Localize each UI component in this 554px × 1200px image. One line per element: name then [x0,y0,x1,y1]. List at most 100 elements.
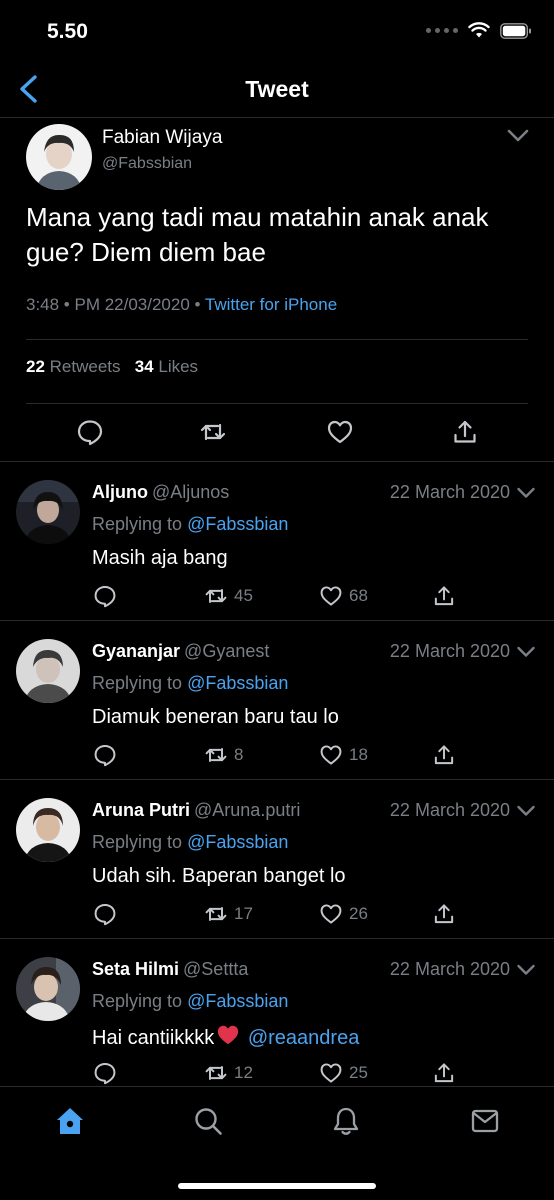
avatar[interactable] [26,124,92,190]
messages-icon[interactable] [469,1105,501,1137]
avatar[interactable] [16,957,80,1021]
reply-author-name[interactable]: Aruna Putri [92,800,190,820]
reply-date: 22 March 2020 [389,959,510,979]
share-icon[interactable] [451,418,479,446]
reply-text-body: Hai cantiikkkk [92,1027,215,1049]
avatar[interactable] [16,480,80,544]
tweet-text: Mana yang tadi mau matahin anak anak gue… [26,202,489,267]
replying-to-label: Replying to [92,514,188,534]
reply-author-name[interactable]: Seta Hilmi [92,959,179,979]
like-button[interactable]: 18 [319,743,368,767]
reply-header: Aljuno @Aljunos [92,482,229,503]
replying-to-mention[interactable]: @Fabssbian [187,832,288,852]
status-bar: 5.50 [0,0,554,64]
retweets-count: 22 [26,357,45,376]
likes-stat[interactable]: 34 Likes [135,357,198,376]
retweets-label: Retweets [49,357,121,376]
author-name[interactable]: Fabian Wijaya [102,127,222,149]
retweet-count: 8 [234,745,244,764]
retweet-count: 12 [234,1063,253,1082]
share-button[interactable] [432,584,456,608]
reply-button[interactable] [93,902,117,926]
home-icon[interactable] [54,1105,86,1137]
likes-count: 34 [134,357,154,376]
chevron-down-icon[interactable] [516,962,536,978]
like-icon [320,1063,342,1083]
main-tweet: Fabian Wijaya @Fabssbian Mana yang tadi … [0,118,554,462]
reply-item[interactable]: Aruna Putri @Aruna.putri 22 March 2020 Re… [0,781,554,939]
retweet-icon [205,1066,227,1080]
tweet-actions [0,418,554,448]
wifi-icon [468,22,490,38]
retweets-stat[interactable]: 22 Retweets [26,357,121,376]
reply-text: Masih aja bang [92,547,228,569]
share-icon [434,745,454,765]
avatar[interactable] [16,639,80,703]
share-button[interactable] [432,1061,456,1085]
like-icon [320,586,342,606]
chevron-down-icon[interactable] [516,485,536,501]
retweet-button[interactable]: 12 [204,1061,253,1085]
replying-to-mention[interactable]: @Fabssbian [187,991,288,1011]
reply-text-mention[interactable]: @reaandrea [248,1027,359,1049]
avatar[interactable] [16,798,80,862]
replying-to: Replying to @Fabssbian [92,991,288,1012]
like-button[interactable]: 26 [319,902,368,926]
tweet-stats: 22 Retweets 34 Likes [26,357,198,377]
like-icon [320,745,342,765]
replying-to-mention[interactable]: @Fabssbian [187,514,288,534]
retweet-button[interactable]: 45 [204,584,253,608]
reply-icon[interactable] [76,418,104,446]
share-button[interactable] [432,743,456,767]
retweet-icon[interactable] [199,418,227,446]
tweet-source[interactable]: Twitter for iPhone [205,295,337,314]
reply-item[interactable]: Seta Hilmi @Settta 22 March 2020 Replying… [0,940,554,1086]
status-icons [426,22,532,39]
reply-author-handle[interactable]: @Aruna.putri [194,800,300,820]
reply-author-handle[interactable]: @Aljunos [152,482,229,502]
reply-button[interactable] [93,743,117,767]
replying-to: Replying to @Fabssbian [92,832,288,853]
like-count: 68 [349,586,368,605]
tab-bar [0,1086,554,1200]
reply-button[interactable] [93,1061,117,1085]
search-icon[interactable] [192,1105,224,1137]
reply-author-handle[interactable]: @Gyanest [184,641,269,661]
retweet-button[interactable]: 8 [204,743,243,767]
notifications-icon[interactable] [330,1105,362,1137]
reply-author-handle[interactable]: @Settta [183,959,248,979]
retweet-icon [205,748,227,762]
reply-icon [94,904,116,926]
author-handle[interactable]: @Fabssbian [102,155,192,173]
reply-actions: 8 18 [0,743,554,769]
reply-button[interactable] [93,584,117,608]
reply-header: Seta Hilmi @Settta [92,959,248,980]
like-icon [320,904,342,924]
chevron-down-icon[interactable] [516,644,536,660]
like-button[interactable]: 68 [319,584,368,608]
replying-to: Replying to @Fabssbian [92,514,288,535]
reply-header: Gyananjar @Gyanest [92,641,269,662]
reply-item[interactable]: Gyananjar @Gyanest 22 March 2020 Replying… [0,622,554,780]
chevron-down-icon[interactable] [516,803,536,819]
replying-to: Replying to @Fabssbian [92,673,288,694]
share-icon [434,1063,454,1083]
reply-icon [94,1063,116,1085]
like-button[interactable]: 25 [319,1061,368,1085]
status-time: 5.50 [47,20,88,43]
reply-text: Hai cantiikkkk @reaandrea [92,1024,359,1050]
reply-item[interactable]: Aljuno @Aljunos 22 March 2020 Replying to… [0,463,554,621]
reply-author-name[interactable]: Aljuno [92,482,148,502]
retweet-button[interactable]: 17 [204,902,253,926]
share-icon [434,904,454,924]
reply-date: 22 March 2020 [389,482,510,502]
like-icon[interactable] [326,418,354,446]
home-indicator[interactable] [178,1183,376,1189]
replying-to-mention[interactable]: @Fabssbian [187,673,288,693]
replying-to-label: Replying to [92,673,188,693]
share-button[interactable] [432,902,456,926]
chevron-down-icon[interactable] [506,126,530,146]
reply-author-name[interactable]: Gyananjar [92,641,180,661]
reply-text: Diamuk beneran baru tau lo [92,706,339,728]
reply-actions: 17 26 [0,902,554,928]
